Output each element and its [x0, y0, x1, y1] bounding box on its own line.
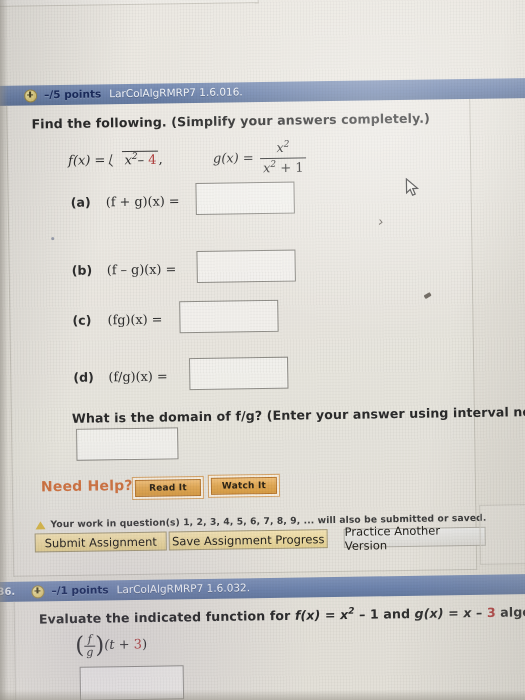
- prompt-36-and: and: [378, 606, 415, 622]
- indicated-function-36: (f g)(t + 3): [75, 632, 148, 659]
- mouse-pointer-arrow: [405, 177, 420, 197]
- f-radicand-constant: 4: [148, 152, 157, 168]
- question-points-5: –/5 points: [44, 88, 102, 102]
- part-c-label: (c): [72, 312, 92, 328]
- left-paren: (: [75, 632, 85, 659]
- need-help-label: Need Help?: [40, 477, 133, 496]
- given-functions: f(x) = x2– 4 , g(x) = x2 x2 + 1: [68, 139, 309, 179]
- part-c-answer-input[interactable]: [179, 299, 279, 334]
- indicated-argument-base: (t +: [104, 637, 134, 653]
- panel-edge-top: [0, 0, 259, 7]
- plus-circle-icon[interactable]: [24, 88, 38, 103]
- warning-triangle-icon: [35, 520, 46, 529]
- read-it-button[interactable]: Read It: [134, 478, 202, 497]
- f-radicand-operator: –: [137, 152, 149, 168]
- panel-edge-right: [479, 503, 525, 565]
- g-numerator-exponent: 2: [283, 139, 290, 150]
- part-d-label: (d): [73, 369, 94, 385]
- part-d: (d) (f/g)(x) =: [73, 365, 168, 385]
- prompt-36-f-constant: 1: [369, 606, 379, 622]
- submit-assignment-button[interactable]: Submit Assignment: [34, 531, 167, 553]
- part-d-answer-input[interactable]: [189, 356, 289, 391]
- prompt-36-f-operator: –: [354, 606, 371, 622]
- f-label: f(x) =: [67, 153, 106, 169]
- practice-another-version-button[interactable]: Practice Another Version: [343, 523, 486, 552]
- prompt-36-lead: Evaluate the indicated function for: [38, 607, 295, 627]
- part-c: (c) (fg)(x) =: [72, 309, 162, 329]
- question-code-36: LarColAlgRMRP7 1.6.032.: [116, 582, 251, 597]
- watch-it-button[interactable]: Watch It: [210, 476, 278, 495]
- photo-left-shadow: [0, 0, 8, 700]
- indicated-numerator: f: [87, 632, 92, 646]
- part-a-expression: (f + g)(x) =: [105, 194, 180, 211]
- plus-circle-icon[interactable]: [31, 584, 45, 599]
- prompt-36-g-operator: –: [471, 604, 487, 621]
- indicated-argument-constant: 3: [133, 637, 143, 653]
- prompt-36-tail: algebraically. If p: [500, 603, 525, 620]
- webassign-page: 5. –/5 points LarColAlgRMRP7 1.6.016. Fi…: [0, 0, 525, 700]
- domain-answer-input[interactable]: [76, 427, 179, 461]
- part-a: (a) (f + g)(x) =: [71, 190, 180, 211]
- domain-question-text: What is the domain of f/g? (Enter your a…: [71, 403, 525, 426]
- save-assignment-progress-button[interactable]: Save Assignment Progress: [168, 529, 328, 551]
- question-body-5: Find the following. (Simplify your answe…: [6, 98, 525, 577]
- dust-speck-artifact-2: [51, 237, 55, 241]
- part-b-label: (b): [71, 262, 93, 278]
- g-label: g(x) =: [212, 151, 254, 167]
- part-b-answer-input[interactable]: [196, 249, 296, 284]
- part-b: (b) (f – g)(x) =: [72, 258, 177, 279]
- part-c-expression: (fg)(x) =: [107, 312, 163, 329]
- prompt-36-f: f(x) = x: [294, 606, 349, 623]
- question-points-36: –/1 points: [51, 584, 109, 598]
- question-body-36: Evaluate the indicated function for f(x)…: [13, 593, 525, 700]
- right-paren: ): [95, 632, 105, 659]
- indicated-argument-close: ): [141, 637, 148, 653]
- g-denominator-rest: + 1: [280, 160, 304, 176]
- part-b-expression: (f – g)(x) =: [106, 262, 177, 279]
- photo-bottom-shadow: [0, 690, 525, 700]
- question-prompt-36: Evaluate the indicated function for f(x)…: [39, 603, 525, 627]
- part-d-expression: (f/g)(x) =: [108, 369, 168, 386]
- g-denominator-exponent: 2: [270, 159, 277, 170]
- prompt-36-g: g(x) = x: [414, 605, 472, 622]
- f-over-g-fraction: fg: [84, 632, 96, 659]
- f-trailing-comma: ,: [158, 152, 163, 168]
- part-a-label: (a): [70, 194, 91, 210]
- g-fraction: x2 x2 + 1: [259, 139, 307, 177]
- question-code-5: LarColAlgRMRP7 1.6.016.: [109, 86, 243, 101]
- prompt-36-g-constant: 3: [486, 604, 496, 620]
- indicated-denominator: g: [84, 645, 96, 659]
- question-prompt-5: Find the following. (Simplify your answe…: [31, 110, 431, 132]
- photo-of-screen: 5. –/5 points LarColAlgRMRP7 1.6.016. Fi…: [0, 0, 525, 700]
- part-a-answer-input[interactable]: [195, 181, 295, 216]
- square-root-icon: x2– 4: [109, 150, 159, 168]
